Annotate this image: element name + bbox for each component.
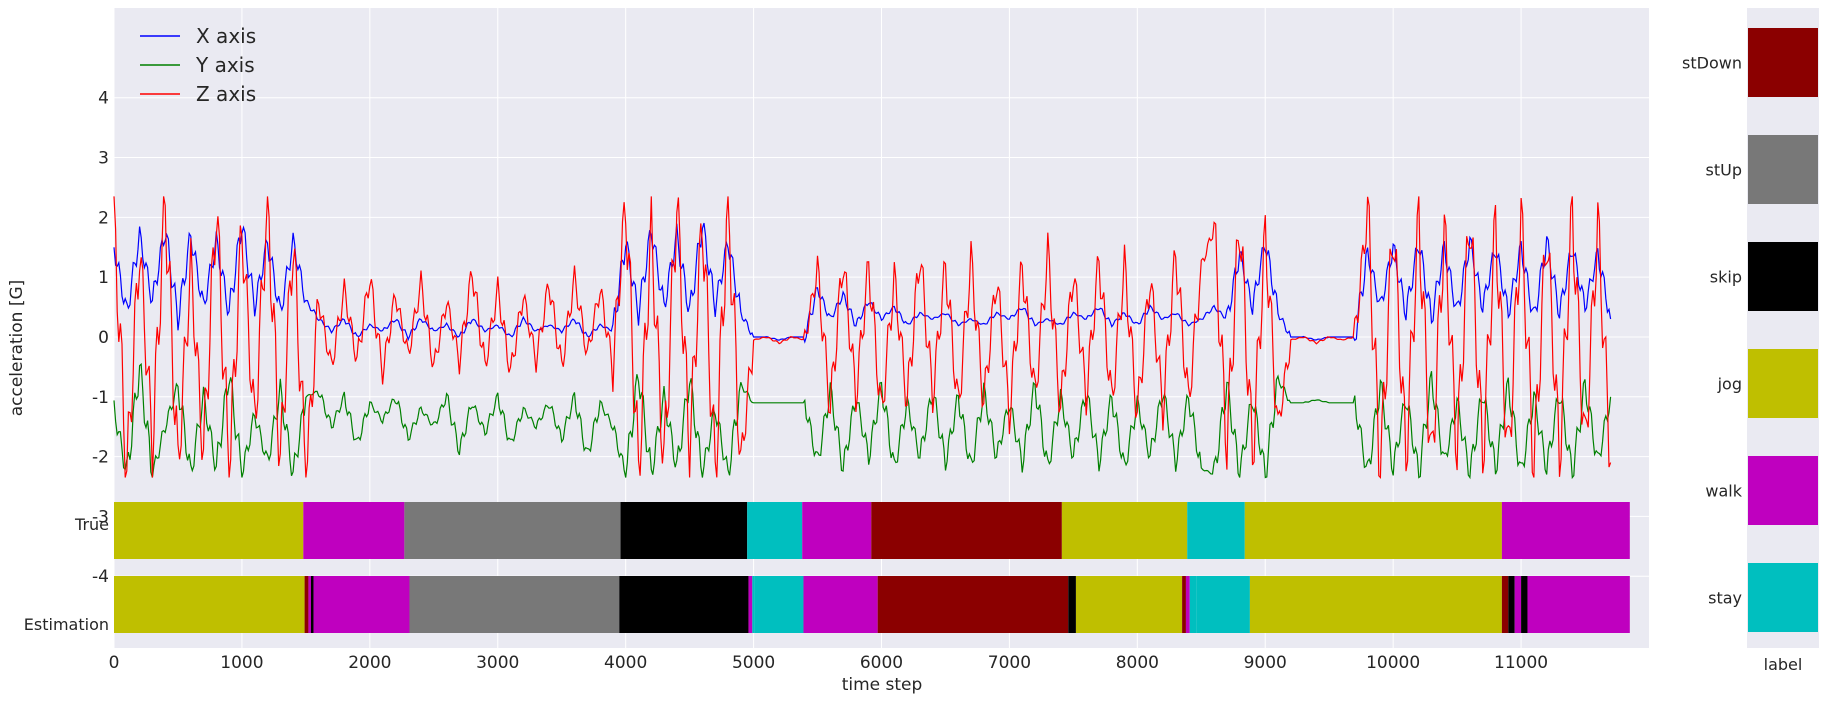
true-segment-jog	[1061, 502, 1188, 559]
estimation-segment-stDown	[1501, 576, 1509, 633]
colorbar-swatch-skip	[1748, 242, 1818, 311]
y-tick-label: -1	[92, 388, 109, 408]
colorbar-label-stUp: stUp	[1706, 161, 1742, 180]
estimation-segment-skip	[1068, 576, 1076, 633]
estimation-segment-walk	[313, 576, 410, 633]
estimation-segment-skip	[1508, 576, 1515, 633]
estimation-segment-stDown	[1182, 576, 1186, 633]
colorbar-background	[1747, 8, 1819, 648]
estimation-segment-jog	[1249, 576, 1502, 633]
estimation-segment-jog	[1075, 576, 1183, 633]
x-tick-label: 8000	[1116, 653, 1159, 673]
x-tick-label: 9000	[1244, 653, 1287, 673]
true-segment-jog	[114, 502, 304, 559]
y-tick-label: 3	[98, 149, 109, 169]
legend-label-y-axis: Y axis	[195, 53, 255, 77]
x-tick-label: 5000	[732, 653, 775, 673]
colorbar-label-stay: stay	[1708, 589, 1742, 608]
label-colorbar: stDown stUp skip jog walk stay	[1682, 8, 1819, 648]
y-axis-label: acceleration [G]	[7, 280, 27, 417]
accelerometer-chart: TrueEstimation 43210-1-2-3-4 0 1000 2000 30…	[7, 8, 1819, 695]
estimation-segment-walk	[308, 576, 311, 633]
colorbar-swatch-stay	[1748, 563, 1818, 632]
x-tick-label: 3000	[476, 653, 519, 673]
x-tick-labels: 0 1000 2000 3000 4000 5000 6000 7000 8000 9000 100…	[109, 653, 1549, 673]
legend-label-z-axis: Z axis	[196, 82, 256, 106]
estimation-segment-stay	[752, 576, 755, 633]
true-segment-jog	[1244, 502, 1502, 559]
estimation-segment-stUp	[409, 576, 620, 633]
x-tick-label: 10000	[1366, 653, 1420, 673]
x-tick-label: 7000	[988, 653, 1031, 673]
x-tick-label: 0	[109, 653, 120, 673]
estimation-segment-stDown	[304, 576, 309, 633]
x-tick-label: 1000	[220, 653, 263, 673]
colorbar-title: label	[1764, 655, 1803, 674]
x-tick-label: 2000	[348, 653, 391, 673]
true-segment-stUp	[404, 502, 621, 559]
colorbar-label-stDown: stDown	[1682, 54, 1742, 73]
colorbar-label-jog: jog	[1717, 375, 1742, 394]
y-tick-label: -2	[92, 448, 109, 468]
colorbar-label-skip: skip	[1710, 268, 1742, 287]
estimation-segment-jog	[114, 576, 305, 633]
legend: X axis Y axis Z axis	[140, 24, 256, 106]
x-tick-label: 6000	[860, 653, 903, 673]
colorbar-label-walk: walk	[1705, 482, 1742, 501]
colorbar-swatch-walk	[1748, 456, 1818, 525]
estimation-segment-walk	[803, 576, 878, 633]
true-segment-walk	[1501, 502, 1630, 559]
true-segment-walk	[802, 502, 872, 559]
x-axis-label: time step	[842, 675, 923, 695]
estimation-segment-walk	[1527, 576, 1630, 633]
estimation-segment-skip	[310, 576, 314, 633]
y-tick-labels: 4 3 2 1 0 -1 -2 -3 -4	[92, 89, 109, 588]
row-label-estimation: Estimation	[24, 615, 109, 634]
x-tick-label: 4000	[604, 653, 647, 673]
legend-label-x-axis: X axis	[196, 24, 256, 48]
y-tick-label: 4	[98, 89, 109, 109]
colorbar-swatch-stUp	[1748, 135, 1818, 204]
y-tick-label: 2	[98, 208, 109, 228]
chart-figure: True Estimation 4 3 2 1 0 -1 -2 -3 -4 0 1000 2000 30…	[0, 0, 1830, 702]
y-tick-label: 1	[98, 268, 109, 288]
true-segment-walk	[303, 502, 405, 559]
true-segment-stay	[1187, 502, 1245, 559]
estimation-segment-walk	[748, 576, 753, 633]
estimation-segment-stay	[754, 576, 804, 633]
estimation-segment-skip	[1521, 576, 1528, 633]
estimation-segment-walk	[1514, 576, 1522, 633]
y-tick-label: -4	[92, 567, 109, 587]
estimation-segment-skip	[619, 576, 749, 633]
true-segment-skip	[620, 502, 748, 559]
true-segment-stDown	[871, 502, 1062, 559]
colorbar-swatch-stDown	[1748, 28, 1818, 97]
y-tick-label: 0	[98, 328, 109, 348]
estimation-segment-stay	[1196, 576, 1250, 633]
colorbar-swatch-jog	[1748, 349, 1818, 418]
estimation-segment-stay	[1189, 576, 1197, 633]
estimation-segment-stDown	[877, 576, 1069, 633]
true-segment-stay	[747, 502, 803, 559]
estimation-segment-walk	[1185, 576, 1190, 633]
y-tick-label: -3	[92, 507, 109, 527]
x-tick-label: 11000	[1494, 653, 1548, 673]
